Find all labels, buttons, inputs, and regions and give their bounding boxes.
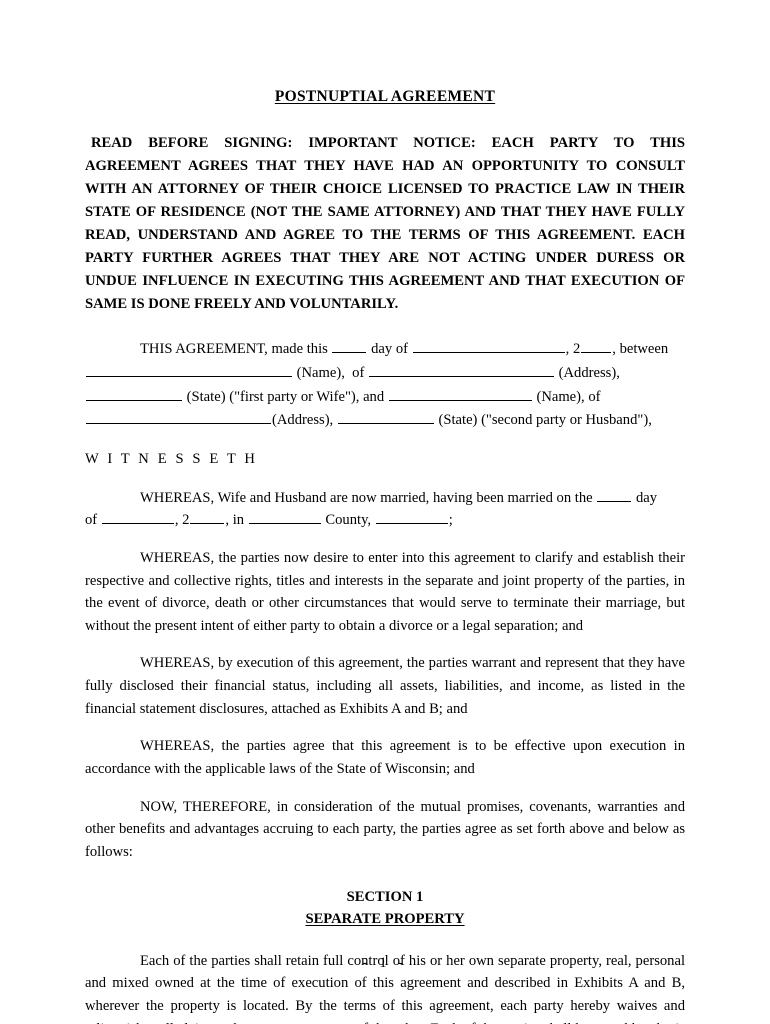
- preamble-address-label: (Address),: [558, 365, 620, 382]
- section-heading: SEPARATE PROPERTY: [85, 909, 685, 930]
- year-blank[interactable]: [581, 339, 612, 354]
- wife-state-blank[interactable]: [86, 386, 182, 401]
- husband-name-blank[interactable]: [388, 386, 532, 401]
- recital-married-lead: WHEREAS, Wife and Husband are now marrie…: [140, 489, 593, 506]
- recital-now-therefore: NOW, THEREFORE, in consideration of the …: [85, 798, 685, 860]
- preamble-lead: THIS AGREEMENT, made this: [140, 341, 328, 358]
- witnesseth-heading: W I T N E S S E T H: [85, 450, 258, 467]
- preamble-name-label-2: (Name), of: [536, 388, 601, 405]
- document-page: POSTNUPTIAL AGREEMENT READ BEFORE SIGNIN…: [0, 0, 770, 1024]
- preamble-address-label-2: (Address),: [272, 412, 334, 429]
- section-number: SECTION 1: [346, 889, 424, 906]
- wife-address-blank[interactable]: [369, 362, 554, 378]
- recital-married-date: WHEREAS, Wife and Husband are now marrie…: [85, 487, 685, 532]
- wife-name-blank[interactable]: [86, 362, 292, 378]
- section-heading-text: SEPARATE PROPERTY: [305, 910, 465, 927]
- recital-year-prefix: , 2: [174, 512, 190, 529]
- recital-of-label: of: [85, 512, 98, 529]
- preamble-name-label: (Name),: [296, 365, 345, 382]
- marriage-year-blank[interactable]: [190, 510, 225, 525]
- recital-day-label: day: [635, 489, 658, 506]
- page-title-text: POSTNUPTIAL AGREEMENT: [274, 88, 496, 105]
- preamble-paragraph: THIS AGREEMENT, made this day of , 2 , be…: [85, 338, 685, 433]
- preamble-first-party: ("first party or Wife"), and: [229, 388, 385, 405]
- page-number-footer: - 1 -: [362, 955, 408, 971]
- recital-disclosure: WHEREAS, by execution of this agreement,…: [85, 655, 685, 717]
- important-notice-paragraph: READ BEFORE SIGNING: IMPORTANT NOTICE: E…: [85, 135, 685, 313]
- month-blank[interactable]: [412, 339, 565, 354]
- day-blank[interactable]: [332, 339, 367, 354]
- preamble-state-label: (State): [186, 388, 226, 405]
- recital-end-punct: ;: [448, 512, 453, 529]
- marriage-state-blank[interactable]: [375, 510, 448, 525]
- husband-address-blank[interactable]: [86, 409, 271, 425]
- husband-state-blank[interactable]: [337, 409, 434, 425]
- document-body: POSTNUPTIAL AGREEMENT READ BEFORE SIGNIN…: [85, 88, 685, 1024]
- recital-desire: WHEREAS, the parties now desire to enter…: [85, 550, 685, 634]
- preamble-of-label: of: [352, 365, 365, 382]
- preamble-year-prefix: , 2: [565, 341, 581, 358]
- page-title: POSTNUPTIAL AGREEMENT: [85, 88, 685, 106]
- marriage-month-blank[interactable]: [101, 510, 174, 525]
- preamble-state-label-2: (State) ("second party or Husband"),: [438, 412, 652, 429]
- county-blank[interactable]: [248, 510, 321, 525]
- marriage-day-blank[interactable]: [597, 487, 632, 502]
- preamble-day-of: day of: [371, 341, 409, 358]
- preamble-between: , between: [612, 341, 669, 358]
- recital-county-label: County,: [325, 512, 372, 529]
- recital-effective: WHEREAS, the parties agree that this agr…: [85, 738, 685, 777]
- recital-in-label: , in: [225, 512, 245, 529]
